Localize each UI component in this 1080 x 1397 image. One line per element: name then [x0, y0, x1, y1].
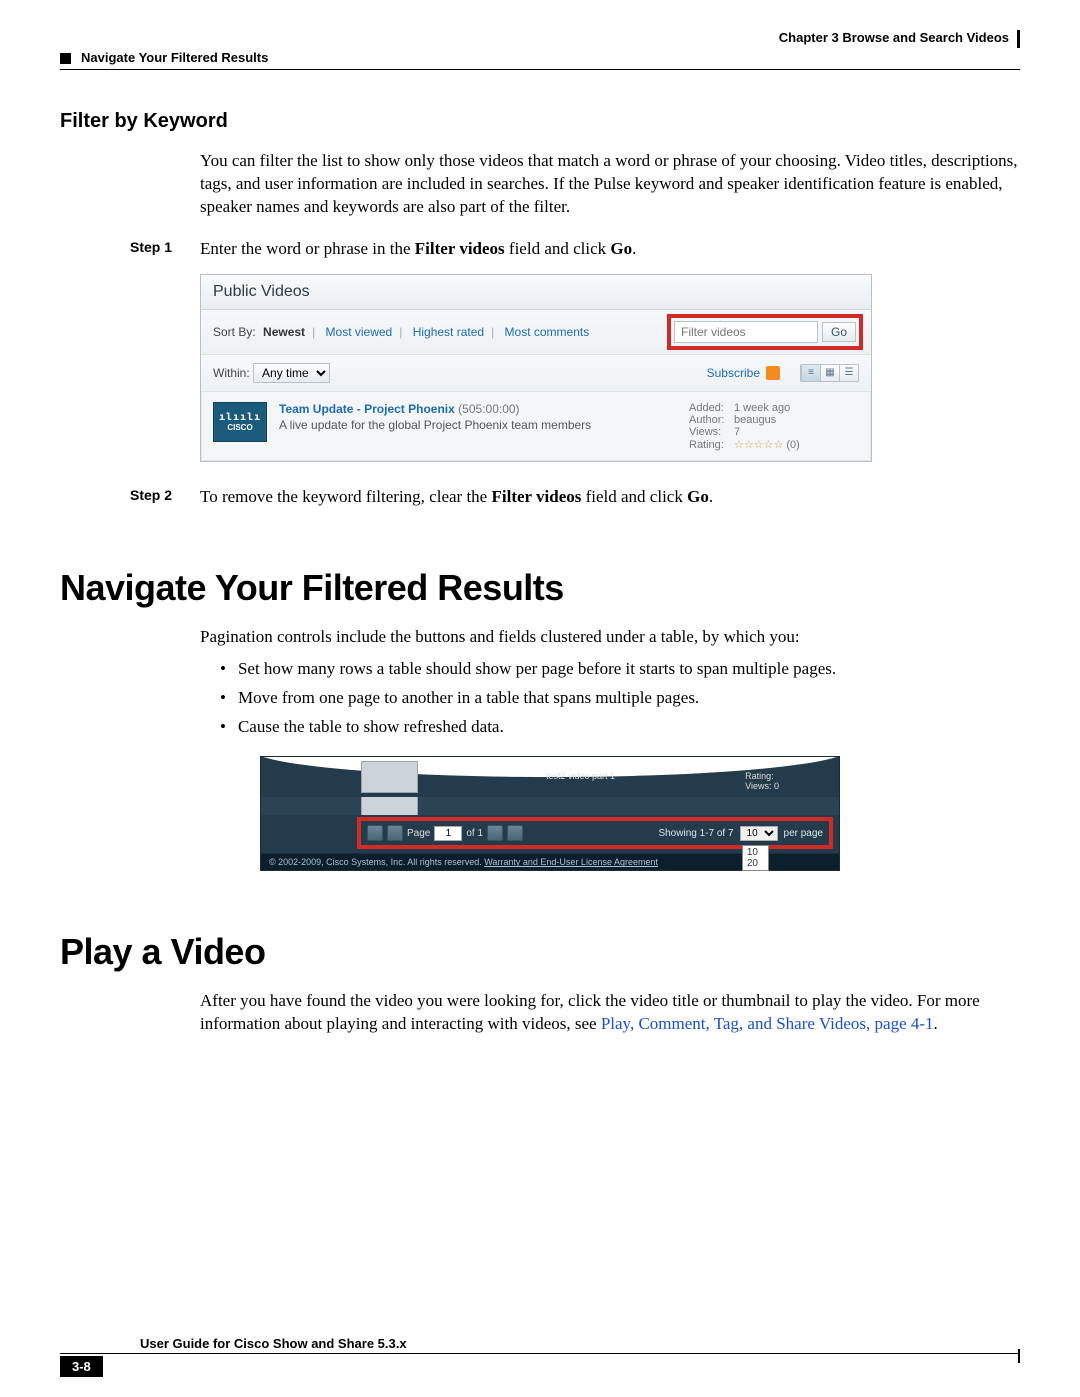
public-videos-panel: Public Videos Sort By: Newest| Most view… — [200, 274, 872, 462]
pagination-panel: test2 video part 1 Rating: Views: 0 Page… — [260, 756, 840, 871]
per-page-dropdown-open[interactable]: 10 20 — [742, 845, 769, 871]
step-label: Step 1 — [130, 239, 200, 255]
video-description: A live update for the global Project Pho… — [279, 418, 677, 432]
list-view-icon[interactable]: ≡ — [801, 365, 820, 381]
first-page-icon[interactable] — [367, 825, 383, 841]
page-number-input[interactable] — [434, 826, 462, 841]
video-thumbnail[interactable]: ılıılı CISCO — [213, 402, 267, 442]
star-rating-icon: ☆☆☆☆☆ — [734, 439, 783, 451]
subscribe-link[interactable]: Subscribe — [707, 366, 760, 380]
sort-by: Sort By: Newest| Most viewed| Highest ra… — [213, 325, 593, 339]
showing-text: Showing 1-7 of 7 — [658, 828, 733, 839]
sort-highest-rated[interactable]: Highest rated — [413, 325, 484, 339]
rss-icon[interactable] — [766, 366, 780, 380]
video-title-fragment: test2 video part 1 — [546, 771, 615, 781]
last-page-icon[interactable] — [507, 825, 523, 841]
within-select[interactable]: Any time — [253, 363, 330, 383]
next-page-icon[interactable] — [487, 825, 503, 841]
heading-navigate-results: Navigate Your Filtered Results — [60, 567, 1020, 609]
video-list-item: ılıılı CISCO Team Update - Project Phoen… — [201, 392, 871, 461]
sort-most-viewed[interactable]: Most viewed — [326, 325, 393, 339]
filter-videos-input[interactable] — [674, 321, 818, 343]
sort-newest[interactable]: Newest — [263, 325, 305, 339]
page-number: 3-8 — [60, 1356, 103, 1377]
go-button[interactable]: Go — [822, 322, 856, 342]
sort-most-comments[interactable]: Most comments — [505, 325, 590, 339]
view-switcher: ≡ ▦ ☰ — [800, 364, 859, 382]
step-2: Step 2 To remove the keyword filtering, … — [130, 487, 1020, 507]
prev-page-icon[interactable] — [387, 825, 403, 841]
panel-title: Public Videos — [201, 275, 871, 310]
chapter-title: Chapter 3 Browse and Search Videos — [60, 30, 1020, 48]
play-video-text: After you have found the video you were … — [200, 990, 1020, 1036]
license-link[interactable]: Warranty and End-User License Agreement — [484, 857, 658, 867]
step-label: Step 2 — [130, 487, 200, 503]
cross-ref-link[interactable]: Play, Comment, Tag, and Share Videos, pa… — [601, 1014, 934, 1033]
navigate-intro: Pagination controls include the buttons … — [200, 626, 1020, 649]
step-1: Step 1 Enter the word or phrase in the F… — [130, 239, 1020, 259]
detail-view-icon[interactable]: ☰ — [839, 365, 858, 381]
guide-title: User Guide for Cisco Show and Share 5.3.… — [140, 1336, 1020, 1351]
navigate-bullets: Set how many rows a table should show pe… — [220, 655, 1020, 742]
video-meta: Added:1 week ago Author:beaugus Views:7 … — [689, 402, 859, 451]
video-title-link[interactable]: Team Update - Project Phoenix — [279, 402, 455, 416]
thumbnail-fragment — [361, 761, 418, 793]
heading-play-a-video: Play a Video — [60, 931, 1020, 973]
breadcrumb: Navigate Your Filtered Results — [81, 50, 268, 65]
within-filter: Within: Any time — [213, 363, 330, 383]
grid-view-icon[interactable]: ▦ — [820, 365, 839, 381]
per-page-select[interactable]: 10 — [740, 826, 778, 841]
page-footer: User Guide for Cisco Show and Share 5.3.… — [60, 1336, 1020, 1377]
page-header: Chapter 3 Browse and Search Videos Navig… — [60, 30, 1020, 70]
pagination-highlight: Page of 1 Showing 1-7 of 7 10 per page — [361, 821, 829, 845]
filter-intro-text: You can filter the list to show only tho… — [200, 150, 1020, 219]
heading-filter-by-keyword: Filter by Keyword — [60, 110, 1020, 133]
filter-videos-highlight: Go — [671, 318, 859, 346]
video-duration: (505:00:00) — [458, 402, 519, 416]
